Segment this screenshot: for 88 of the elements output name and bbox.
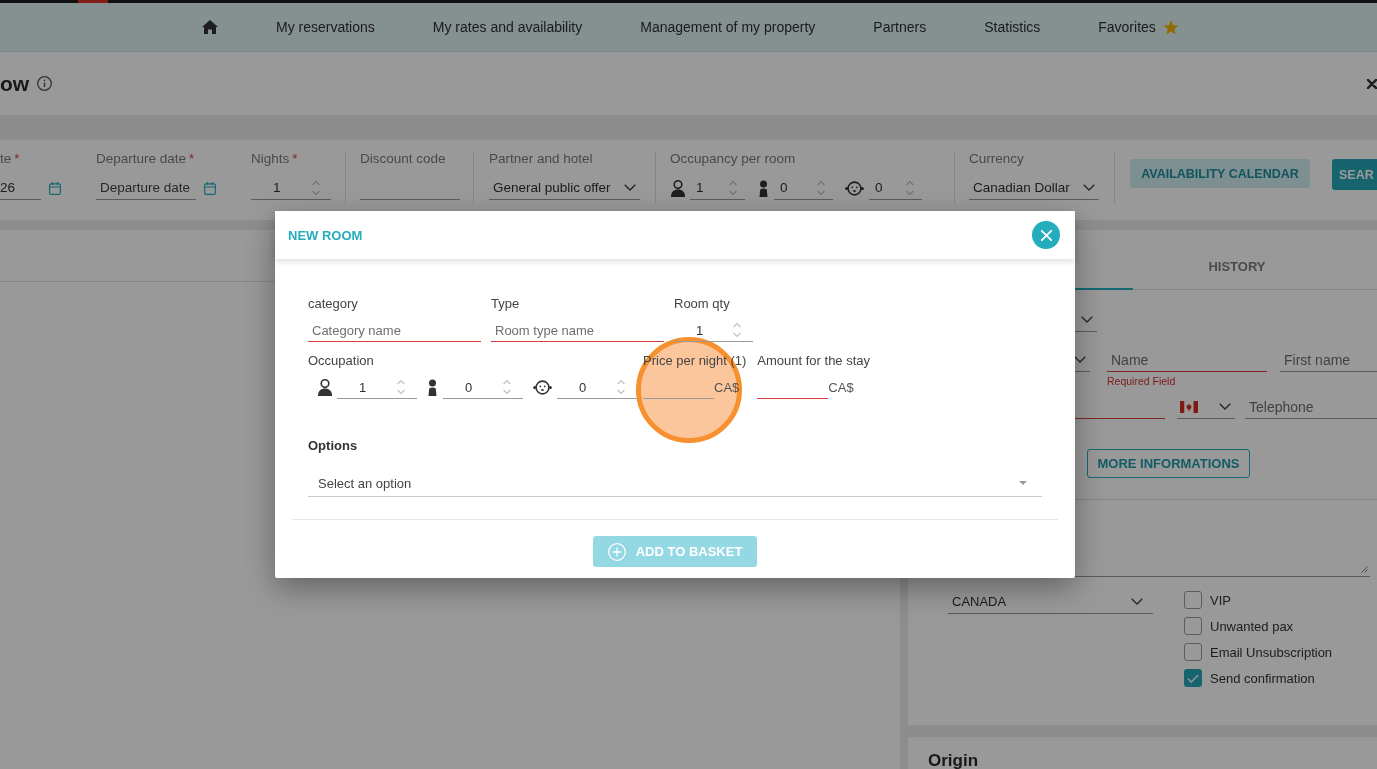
input-field[interactable]: Room type name xyxy=(491,319,664,342)
date-field[interactable]: Departure date xyxy=(96,176,196,200)
spinner-icon[interactable] xyxy=(906,180,914,195)
spinner-icon[interactable] xyxy=(733,323,741,337)
number-field[interactable]: 0 xyxy=(774,176,833,200)
checkbox[interactable] xyxy=(1184,617,1202,635)
resize-handle-icon[interactable] xyxy=(1361,566,1368,573)
currency-suffix: CA$ xyxy=(828,380,854,395)
date-field[interactable]: 26 xyxy=(0,176,41,200)
card-title: Origin xyxy=(928,752,980,769)
chevron-down-icon xyxy=(624,184,636,191)
select-field[interactable]: General public offer xyxy=(489,176,640,200)
chevron-down-icon xyxy=(1219,403,1231,410)
spinner-icon[interactable] xyxy=(397,380,405,394)
chevron-down-icon xyxy=(1131,598,1143,605)
select-field[interactable]: Canadian Dollar xyxy=(969,176,1099,200)
spinner-icon[interactable] xyxy=(312,180,320,195)
field-label: Type xyxy=(491,296,520,311)
nav-link[interactable]: Statistics xyxy=(955,3,1070,51)
number-field[interactable]: 1 xyxy=(674,319,753,342)
field-label: Occupancy per room xyxy=(670,150,796,166)
required-mark: * xyxy=(292,150,298,166)
field-label: Room qty xyxy=(674,296,730,311)
field-label: Amount for the stay xyxy=(757,353,871,368)
required-mark: * xyxy=(189,150,195,166)
nav-link[interactable]: My reservations xyxy=(247,3,404,51)
caret-icon xyxy=(1019,481,1027,485)
check-icon xyxy=(1187,673,1199,683)
nav-link[interactable]: Partners xyxy=(844,3,956,51)
field-label: Partner and hotel xyxy=(489,150,593,166)
close-icon xyxy=(1040,229,1052,241)
flag-icon xyxy=(1180,400,1198,413)
plus-circle-icon xyxy=(607,542,626,561)
field-label: Departure date xyxy=(96,150,187,166)
field-label: category xyxy=(308,296,358,311)
input-field[interactable]: Telephone xyxy=(1245,395,1377,419)
checkbox-label: Send confirmation xyxy=(1210,670,1315,686)
field-label: Discount code xyxy=(360,150,446,166)
checkbox[interactable] xyxy=(1184,669,1202,687)
number-field[interactable]: 0 xyxy=(869,176,922,200)
baby-face-icon xyxy=(845,180,864,196)
chevron-down-icon xyxy=(1083,184,1095,191)
input-field[interactable]: Category name xyxy=(308,319,481,342)
nav-link[interactable]: My rates and availability xyxy=(403,3,612,51)
calendar-icon[interactable] xyxy=(204,181,216,195)
number-field[interactable]: 1 xyxy=(690,176,745,200)
field-label: Occupation xyxy=(308,353,374,368)
person-icon xyxy=(318,379,332,396)
field-label: Currency xyxy=(969,150,1024,166)
close-icon xyxy=(1367,78,1377,89)
more-info-button[interactable]: MORE INFORMATIONS xyxy=(1087,449,1250,478)
spinner-icon[interactable] xyxy=(617,380,625,394)
options-label: Options xyxy=(308,438,358,453)
spinner-icon[interactable] xyxy=(503,380,511,394)
options-select[interactable]: Select an option xyxy=(308,470,1042,497)
input-field[interactable]: First name xyxy=(1280,348,1377,372)
baby-face-icon xyxy=(533,380,552,395)
star-icon xyxy=(1162,19,1179,35)
close-button[interactable] xyxy=(1032,221,1060,249)
home-icon xyxy=(202,20,218,34)
checkbox[interactable] xyxy=(1184,643,1202,661)
field-label: Nights xyxy=(251,150,290,166)
number-field[interactable]: 0 xyxy=(557,376,637,399)
checkbox-label: Unwanted pax xyxy=(1210,618,1294,634)
chevron-down-icon xyxy=(1081,316,1093,323)
child-icon xyxy=(758,179,769,197)
error-message: Required Field xyxy=(1107,375,1177,388)
person-icon xyxy=(671,179,685,197)
favorites-link[interactable]: Favorites xyxy=(1069,3,1208,51)
dialog-title: NEW ROOM xyxy=(288,227,363,243)
checkbox-label: Email Unsubscription xyxy=(1210,644,1333,660)
number-field[interactable]: 1 xyxy=(251,176,331,200)
page-title: ow xyxy=(0,71,30,96)
child-icon xyxy=(427,379,438,396)
checkbox[interactable] xyxy=(1184,591,1202,609)
calendar-icon[interactable] xyxy=(49,181,61,195)
tab[interactable]: HISTORY xyxy=(1133,230,1341,290)
required-mark: * xyxy=(14,150,20,166)
checkbox-label: VIP xyxy=(1210,592,1231,608)
nav-link[interactable]: Management of my property xyxy=(611,3,845,51)
number-field[interactable]: 1 xyxy=(337,376,417,399)
field-label: te xyxy=(0,150,12,166)
spinner-icon[interactable] xyxy=(817,180,825,195)
country-select[interactable]: CANADA xyxy=(948,590,1153,614)
number-field[interactable]: 0 xyxy=(443,376,523,399)
spinner-icon[interactable] xyxy=(729,180,737,195)
input-field[interactable]: Name xyxy=(1107,348,1267,372)
info-icon[interactable] xyxy=(37,76,53,91)
